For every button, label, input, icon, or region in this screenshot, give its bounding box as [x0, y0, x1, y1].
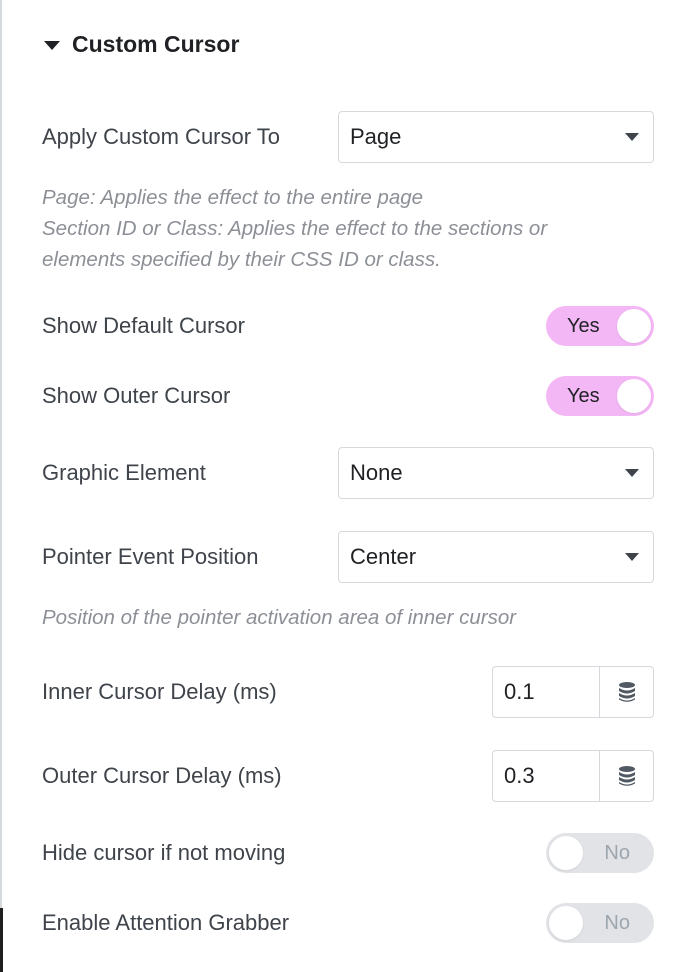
toggle-knob: [549, 836, 583, 870]
apply-to-row: Apply Custom Cursor To Page: [42, 111, 654, 163]
toggle-knob: [617, 379, 651, 413]
dynamic-tags-button[interactable]: [599, 751, 653, 801]
chevron-down-icon: [625, 469, 639, 477]
attention-grabber-row: Enable Attention Grabber No: [42, 903, 654, 943]
section-title: Custom Cursor: [72, 30, 240, 57]
inner-cursor-delay-control: 0.1: [492, 666, 654, 718]
toggle-knob: [617, 309, 651, 343]
apply-to-select[interactable]: Page: [338, 111, 654, 163]
hide-cursor-row: Hide cursor if not moving No: [42, 833, 654, 873]
attention-grabber-label: Enable Attention Grabber: [42, 910, 290, 935]
show-outer-cursor-toggle[interactable]: Yes: [546, 376, 654, 416]
database-icon: [618, 682, 635, 702]
show-default-cursor-toggle[interactable]: Yes: [546, 306, 654, 346]
hide-cursor-label: Hide cursor if not moving: [42, 840, 286, 865]
apply-to-help: Page: Applies the effect to the entire p…: [42, 182, 632, 275]
toggle-state-text: No: [604, 912, 630, 934]
section-header-custom-cursor[interactable]: Custom Cursor: [44, 26, 239, 62]
graphic-element-label: Graphic Element: [42, 460, 206, 485]
inner-cursor-delay-row: Inner Cursor Delay (ms) 0.1: [42, 666, 654, 718]
panel-left-edge-dark: [0, 908, 3, 972]
graphic-element-select[interactable]: None: [338, 447, 654, 499]
outer-cursor-delay-input[interactable]: 0.3: [493, 751, 599, 801]
show-default-cursor-label: Show Default Cursor: [42, 313, 245, 338]
graphic-element-select-value: None: [350, 460, 403, 485]
pointer-event-position-select-value: Center: [350, 544, 417, 569]
toggle-knob: [549, 906, 583, 940]
inner-cursor-delay-label: Inner Cursor Delay (ms): [42, 679, 277, 704]
hide-cursor-toggle[interactable]: No: [546, 833, 654, 873]
toggle-state-text: Yes: [567, 315, 600, 337]
apply-to-label: Apply Custom Cursor To: [42, 124, 281, 149]
chevron-down-icon: [625, 553, 639, 561]
apply-to-help-line: elements specified by their CSS ID or cl…: [42, 248, 441, 271]
show-outer-cursor-row: Show Outer Cursor Yes: [42, 376, 654, 416]
inner-cursor-delay-input[interactable]: 0.1: [493, 667, 599, 717]
pointer-event-position-label: Pointer Event Position: [42, 544, 259, 569]
apply-to-select-value: Page: [350, 124, 402, 149]
pointer-event-position-help: Position of the pointer activation area …: [42, 602, 632, 633]
pointer-event-position-row: Pointer Event Position Center: [42, 531, 654, 583]
outer-cursor-delay-control: 0.3: [492, 750, 654, 802]
toggle-state-text: No: [604, 842, 630, 864]
apply-to-help-line: Section ID or Class: Applies the effect …: [42, 217, 548, 240]
dynamic-tags-button[interactable]: [599, 667, 653, 717]
graphic-element-row: Graphic Element None: [42, 447, 654, 499]
attention-grabber-toggle[interactable]: No: [546, 903, 654, 943]
caret-down-icon: [44, 40, 60, 50]
outer-cursor-delay-row: Outer Cursor Delay (ms) 0.3: [42, 750, 654, 802]
show-default-cursor-row: Show Default Cursor Yes: [42, 306, 654, 346]
toggle-state-text: Yes: [567, 385, 600, 407]
show-outer-cursor-label: Show Outer Cursor: [42, 383, 231, 408]
pointer-event-position-help-line: Position of the pointer activation area …: [42, 606, 517, 629]
database-icon: [618, 766, 635, 786]
chevron-down-icon: [625, 133, 639, 141]
pointer-event-position-select[interactable]: Center: [338, 531, 654, 583]
outer-cursor-delay-label: Outer Cursor Delay (ms): [42, 763, 282, 788]
apply-to-help-line: Page: Applies the effect to the entire p…: [42, 186, 424, 209]
panel-left-border: [0, 0, 2, 972]
